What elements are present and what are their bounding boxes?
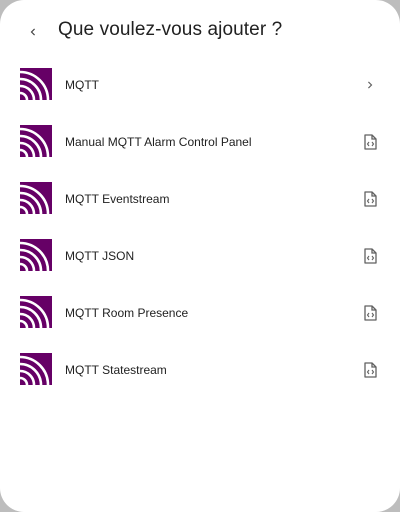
item-label: Manual MQTT Alarm Control Panel [65, 134, 252, 149]
integration-list: MQTT Manual MQTT Alarm Control Panel MQT… [0, 56, 400, 398]
item-label: MQTT Room Presence [65, 305, 189, 320]
dialog-header: Que voulez-vous ajouter ? [0, 0, 400, 62]
mqtt-logo-icon [20, 125, 52, 157]
item-label: MQTT JSON [65, 248, 135, 263]
list-item-mqtt-statestream[interactable]: MQTT Statestream [0, 341, 400, 398]
list-item-mqtt-json[interactable]: MQTT JSON [0, 227, 400, 284]
item-label: MQTT Eventstream [65, 191, 170, 206]
list-item-mqtt-eventstream[interactable]: MQTT Eventstream [0, 170, 400, 227]
mqtt-logo-icon [20, 68, 52, 100]
file-code-icon [362, 247, 378, 265]
chevron-left-icon [30, 28, 35, 36]
list-item-mqtt[interactable]: MQTT [0, 56, 400, 113]
file-code-icon [362, 304, 378, 322]
dialog-title: Que voulez-vous ajouter ? [58, 19, 283, 40]
chevron-right-icon [362, 76, 378, 94]
mqtt-logo-icon [20, 239, 52, 271]
mqtt-logo-icon [20, 182, 52, 214]
mqtt-logo-icon [20, 353, 52, 385]
file-code-icon [362, 133, 378, 151]
file-code-icon [362, 190, 378, 208]
item-label: MQTT Statestream [65, 362, 167, 377]
back-button[interactable] [18, 17, 48, 47]
list-item-mqtt-room-presence[interactable]: MQTT Room Presence [0, 284, 400, 341]
add-integration-dialog: Que voulez-vous ajouter ? MQTT Manual MQ… [0, 0, 400, 512]
list-item-manual-mqtt-alarm[interactable]: Manual MQTT Alarm Control Panel [0, 113, 400, 170]
file-code-icon [362, 361, 378, 379]
mqtt-logo-icon [20, 296, 52, 328]
item-label: MQTT [65, 77, 99, 92]
